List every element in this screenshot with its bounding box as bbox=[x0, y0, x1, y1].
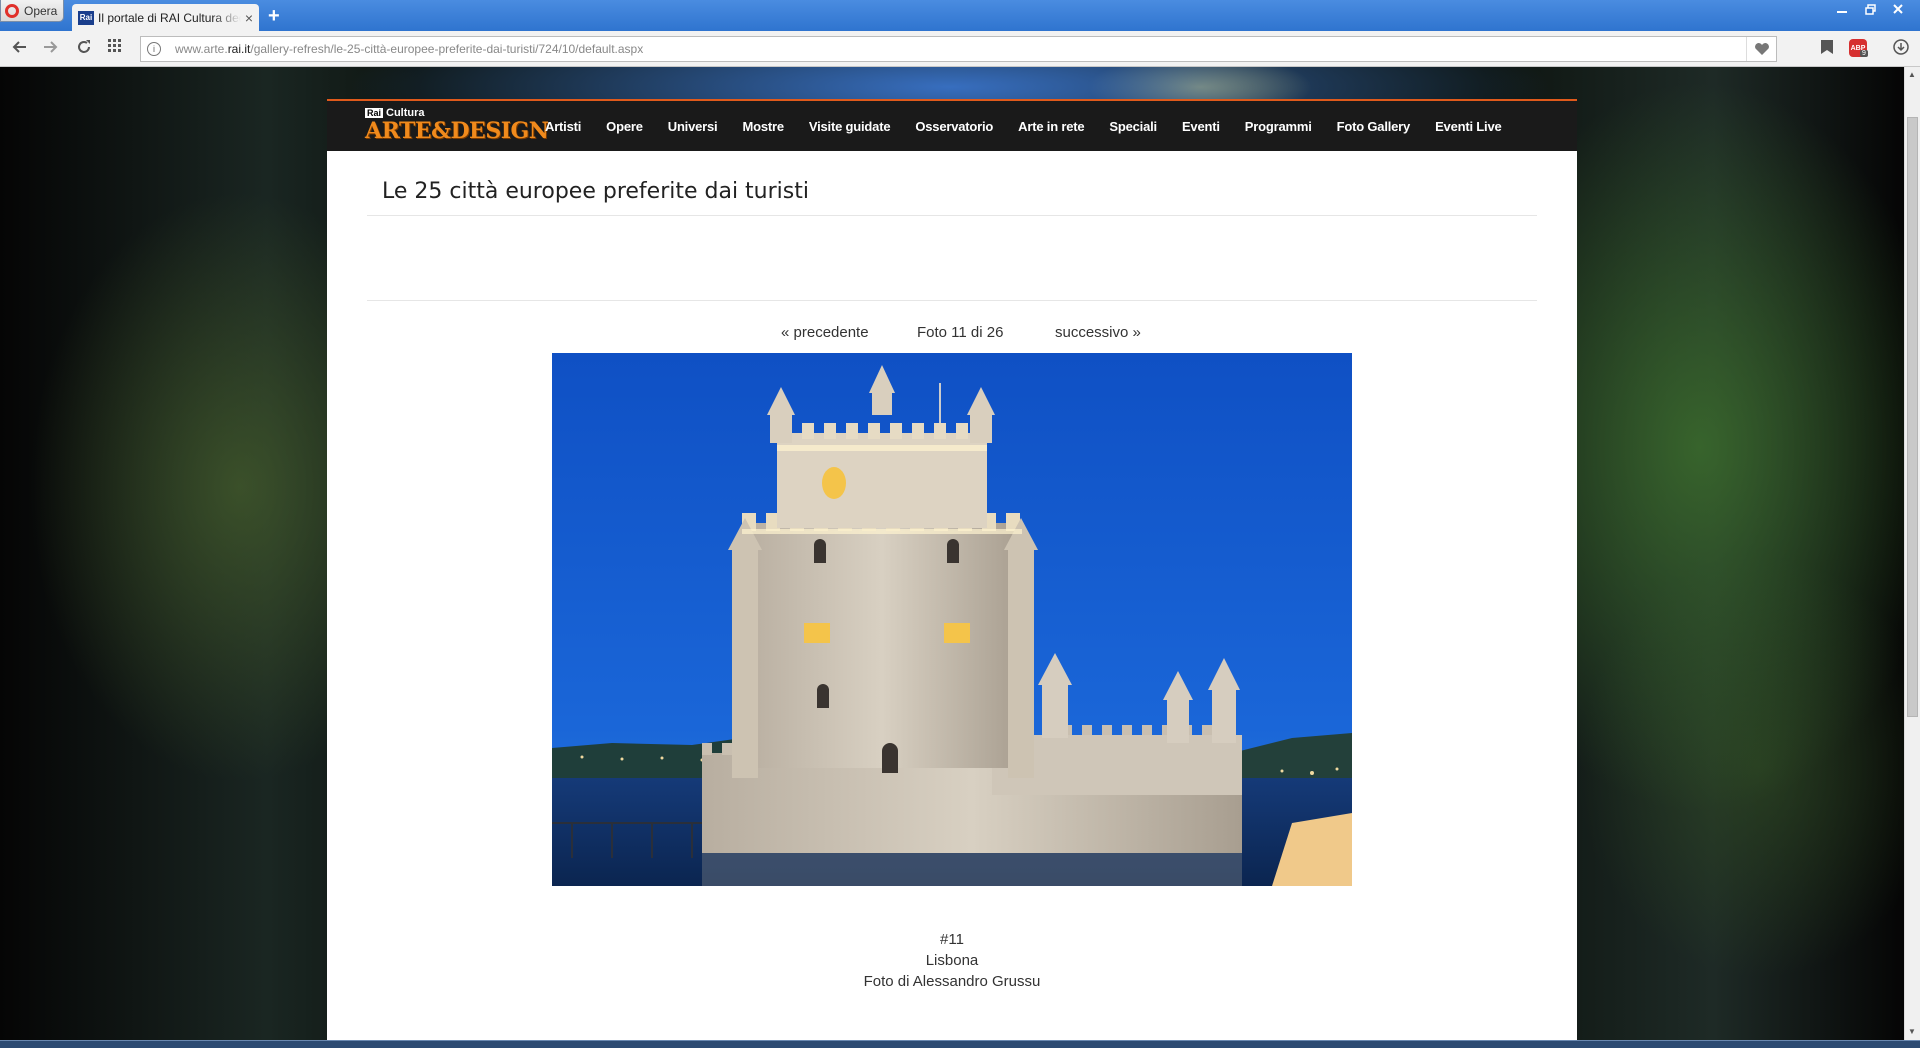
restore-icon[interactable] bbox=[1856, 0, 1884, 18]
logo-main-text: ARTE&DESIGN bbox=[365, 118, 549, 144]
forward-arrow-icon[interactable] bbox=[42, 39, 58, 60]
opera-logo-icon bbox=[5, 3, 19, 18]
grid-icon[interactable] bbox=[108, 39, 122, 58]
window-controls bbox=[1828, 0, 1912, 18]
scroll-down-icon[interactable]: ▼ bbox=[1908, 1027, 1916, 1036]
rai-favicon-icon: Rai bbox=[78, 10, 94, 25]
close-window-icon[interactable] bbox=[1884, 0, 1912, 18]
browser-title-bar: Opera Rai Il portale di RAI Cultura dedi… bbox=[0, 0, 1920, 31]
back-arrow-icon[interactable] bbox=[12, 39, 28, 60]
browser-tab[interactable]: Rai Il portale di RAI Cultura dedicato a… bbox=[72, 4, 259, 31]
url-text[interactable]: www.arte.rai.it/gallery-refresh/le-25-ci… bbox=[167, 42, 643, 56]
menu-item-speciali[interactable]: Speciali bbox=[1109, 119, 1157, 134]
tab-title: Il portale di RAI Cultura dedicato all'a… bbox=[98, 10, 241, 25]
rai-logo: Rai bbox=[365, 108, 384, 118]
os-taskbar bbox=[0, 1040, 1920, 1048]
photo-city: Lisbona bbox=[925, 952, 979, 969]
menu-item-mostre[interactable]: Mostre bbox=[742, 119, 784, 134]
menu-item-artisti[interactable]: Artisti bbox=[545, 119, 581, 134]
main-menu: Artisti Opere Universi Mostre Visite gui… bbox=[545, 101, 1527, 151]
minimize-icon[interactable] bbox=[1828, 0, 1856, 18]
menu-item-visite-guidate[interactable]: Visite guidate bbox=[809, 119, 891, 134]
menu-item-opere[interactable]: Opere bbox=[606, 119, 643, 134]
photo-caption: #11 Lisbona Foto di Alessandro Grussu bbox=[327, 929, 1577, 992]
arte-design-logo[interactable]: Rai Cultura ARTE&DESIGN bbox=[365, 107, 549, 144]
new-tab-button[interactable]: + bbox=[268, 6, 280, 26]
menu-item-eventi[interactable]: Eventi bbox=[1182, 119, 1220, 134]
divider bbox=[367, 215, 1537, 216]
opera-menu-button[interactable]: Opera bbox=[0, 0, 64, 22]
scroll-thumb[interactable] bbox=[1907, 117, 1918, 717]
next-link[interactable]: successivo » bbox=[1055, 324, 1141, 341]
menu-item-programmi[interactable]: Programmi bbox=[1245, 119, 1312, 134]
adblock-count-badge: 9 bbox=[1860, 50, 1868, 57]
menu-item-universi[interactable]: Universi bbox=[668, 119, 718, 134]
divider bbox=[367, 300, 1537, 301]
site-header: Rai Cultura ARTE&DESIGN Artisti Opere Un… bbox=[327, 99, 1577, 151]
reload-icon[interactable] bbox=[76, 39, 92, 60]
gallery-photo[interactable] bbox=[552, 353, 1352, 886]
previous-link[interactable]: « precedente bbox=[781, 324, 869, 341]
bookmark-icon[interactable] bbox=[1820, 39, 1834, 60]
menu-item-arte-in-rete[interactable]: Arte in rete bbox=[1018, 119, 1084, 134]
menu-item-osservatorio[interactable]: Osservatorio bbox=[915, 119, 993, 134]
info-icon[interactable]: i bbox=[141, 42, 167, 56]
scroll-up-icon[interactable]: ▲ bbox=[1908, 70, 1916, 79]
photo-credit: Foto di Alessandro Grussu bbox=[863, 973, 1041, 990]
photo-number: #11 bbox=[940, 931, 964, 948]
menu-item-eventi-live[interactable]: Eventi Live bbox=[1435, 119, 1502, 134]
address-bar[interactable]: i www.arte.rai.it/gallery-refresh/le-25-… bbox=[140, 36, 1777, 62]
gallery-title: Le 25 città europee preferite dai turist… bbox=[382, 179, 809, 204]
close-tab-icon[interactable]: × bbox=[245, 10, 253, 26]
page-scrollbar[interactable]: ▲ ▼ bbox=[1904, 67, 1920, 1040]
heart-icon[interactable] bbox=[1746, 37, 1776, 61]
photo-counter: Foto 11 di 26 bbox=[917, 324, 1004, 341]
download-icon[interactable] bbox=[1893, 39, 1909, 60]
menu-item-foto-gallery[interactable]: Foto Gallery bbox=[1337, 119, 1411, 134]
site-container: Rai Cultura ARTE&DESIGN Artisti Opere Un… bbox=[327, 99, 1577, 1040]
opera-menu-label: Opera bbox=[24, 3, 58, 18]
browser-toolbar: i www.arte.rai.it/gallery-refresh/le-25-… bbox=[0, 31, 1920, 67]
